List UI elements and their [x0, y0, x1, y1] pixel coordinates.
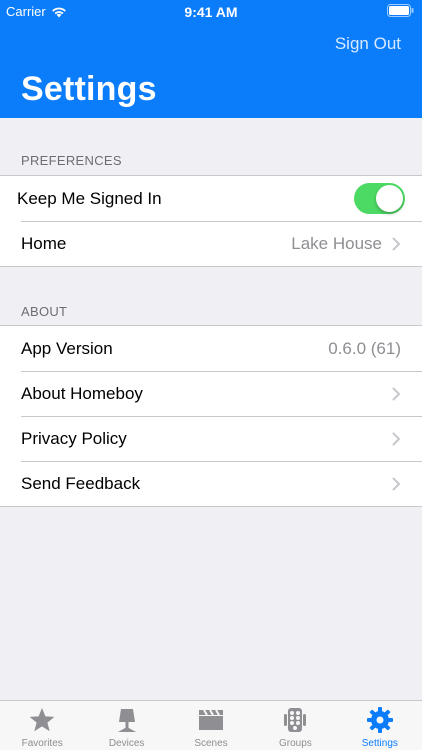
chevron-right-icon — [392, 237, 400, 250]
gear-icon — [366, 707, 393, 733]
privacy-policy-label: Privacy Policy — [21, 428, 127, 448]
battery-icon — [387, 4, 414, 20]
star-icon — [29, 708, 55, 732]
sign-out-button[interactable]: Sign Out — [335, 34, 401, 54]
toggle-knob — [376, 185, 403, 212]
about-homeboy-row[interactable]: About Homeboy — [0, 371, 422, 416]
tab-scenes-label: Scenes — [194, 738, 228, 749]
home-row[interactable]: Home Lake House — [0, 221, 422, 266]
keep-signed-in-toggle[interactable] — [354, 183, 405, 214]
chevron-right-icon — [392, 387, 400, 400]
preferences-group: Keep Me Signed In Home Lake House — [0, 175, 422, 267]
about-group: App Version 0.6.0 (61) About Homeboy Pri… — [0, 325, 422, 507]
privacy-policy-row[interactable]: Privacy Policy — [0, 416, 422, 461]
tab-bar: Favorites Devices Scenes Groups Settings — [0, 700, 422, 750]
chevron-right-icon — [392, 477, 400, 490]
tab-settings-label: Settings — [361, 738, 398, 749]
tab-devices-label: Devices — [108, 738, 145, 749]
home-value: Lake House — [291, 233, 382, 253]
tab-settings[interactable]: Settings — [338, 701, 422, 750]
keep-signed-in-label: Keep Me Signed In — [17, 188, 162, 208]
tab-groups-label: Groups — [279, 738, 312, 749]
tab-scenes[interactable]: Scenes — [169, 701, 253, 750]
home-label: Home — [21, 233, 67, 253]
keep-signed-in-row: Keep Me Signed In — [0, 176, 422, 221]
about-homeboy-label: About Homeboy — [21, 383, 143, 403]
status-time: 9:41 AM — [184, 4, 238, 20]
tab-favorites-label: Favorites — [21, 738, 63, 749]
send-feedback-row[interactable]: Send Feedback — [0, 461, 422, 506]
preferences-section-label: PREFERENCES — [21, 153, 122, 168]
chevron-right-icon — [392, 432, 400, 445]
device-icon — [117, 709, 136, 732]
nav-header: Carrier 9:41 AM Sign Out Settings — [0, 0, 422, 118]
app-version-label: App Version — [21, 338, 113, 358]
groups-icon — [284, 708, 307, 732]
tab-favorites[interactable]: Favorites — [0, 701, 84, 750]
tab-groups[interactable]: Groups — [253, 701, 337, 750]
page-title: Settings — [21, 70, 157, 108]
clapperboard-icon — [199, 709, 224, 730]
send-feedback-label: Send Feedback — [21, 473, 141, 493]
about-section-label: ABOUT — [21, 304, 68, 319]
tab-devices[interactable]: Devices — [84, 701, 168, 750]
app-version-value: 0.6.0 (61) — [328, 338, 401, 358]
app-version-row: App Version 0.6.0 (61) — [0, 326, 422, 371]
status-bar: Carrier 9:41 AM — [0, 0, 422, 22]
